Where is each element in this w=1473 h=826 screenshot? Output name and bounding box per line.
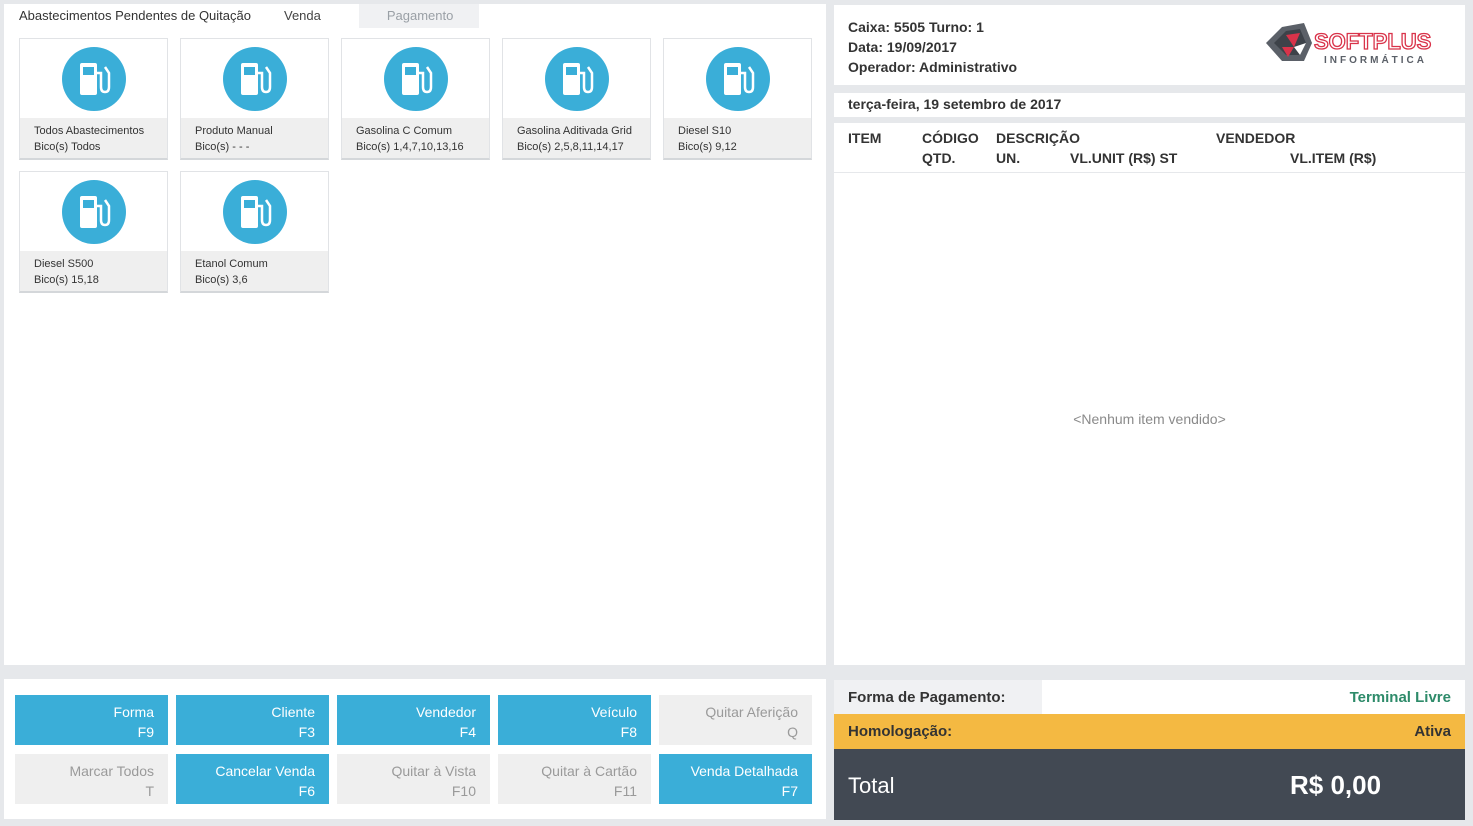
tile-produto-manual[interactable]: Produto Manual Bico(s) - - - bbox=[180, 38, 329, 160]
date-bar: terça-feira, 19 setembro de 2017 bbox=[834, 93, 1465, 117]
tile-name: Todos Abastecimentos bbox=[34, 125, 145, 137]
col-descricao: DESCRIÇÃO bbox=[996, 130, 1081, 146]
fuel-pump-icon bbox=[223, 180, 287, 244]
button-shortcut: F9 bbox=[137, 724, 154, 740]
tile-etanol-comum[interactable]: Etanol Comum Bico(s) 3,6 bbox=[180, 171, 329, 293]
button-shortcut: T bbox=[145, 783, 154, 799]
col-vendedor: VENDEDOR bbox=[1216, 130, 1296, 146]
button-shortcut: F4 bbox=[459, 724, 476, 740]
pending-fuelings-panel: Abastecimentos Pendentes de Quitação Ven… bbox=[4, 4, 826, 665]
tile-name: Diesel S10 bbox=[678, 125, 732, 137]
fuel-pump-icon bbox=[223, 47, 287, 111]
caixa-turno: Caixa: 5505 Turno: 1 bbox=[848, 19, 984, 35]
col-vl-unit: VL.UNIT (R$) ST bbox=[1070, 150, 1178, 166]
button-shortcut: F10 bbox=[451, 783, 476, 799]
payment-method-value: Terminal Livre bbox=[1042, 680, 1465, 714]
tile-nozzles: Bico(s) 2,5,8,11,14,17 bbox=[517, 141, 624, 153]
tile-name: Produto Manual bbox=[195, 125, 273, 137]
button-label: Quitar à Vista bbox=[391, 763, 476, 779]
fuel-pump-icon bbox=[384, 47, 448, 111]
button-label: Cancelar Venda bbox=[215, 763, 315, 779]
softplus-logo: SOFTPLUS INFORMÁTICA bbox=[1264, 21, 1436, 67]
button-label: Quitar à Cartão bbox=[541, 763, 637, 779]
button-label: Cliente bbox=[271, 704, 315, 720]
payment-method-row: Forma de Pagamento: Terminal Livre bbox=[834, 680, 1465, 714]
fuel-pump-icon bbox=[706, 47, 770, 111]
tile-nozzles: Bico(s) 15,18 bbox=[34, 274, 99, 286]
tile-nozzles: Bico(s) 3,6 bbox=[195, 274, 248, 286]
col-item: ITEM bbox=[848, 130, 882, 146]
tile-name: Gasolina C Comum bbox=[356, 125, 452, 137]
session-info: Caixa: 5505 Turno: 1 Data: 19/09/2017 Op… bbox=[848, 17, 1017, 77]
homologation-label: Homologação: bbox=[848, 723, 953, 740]
tile-nozzles: Bico(s) 1,4,7,10,13,16 bbox=[356, 141, 464, 153]
logo-tagline: INFORMÁTICA bbox=[1324, 53, 1427, 66]
col-vl-item: VL.ITEM (R$) bbox=[1290, 150, 1377, 166]
tile-name: Gasolina Aditivada Grid bbox=[517, 125, 632, 137]
tab-bar: Abastecimentos Pendentes de Quitação Ven… bbox=[4, 4, 479, 28]
homologation-status: Ativa bbox=[1414, 723, 1451, 740]
tab-pending-fuelings[interactable]: Abastecimentos Pendentes de Quitação bbox=[4, 4, 269, 28]
tile-todos-abastecimentos[interactable]: Todos Abastecimentos Bico(s) Todos bbox=[19, 38, 168, 160]
fuel-pump-icon bbox=[545, 47, 609, 111]
tile-gasolina-aditivada-grid[interactable]: Gasolina Aditivada Grid Bico(s) 2,5,8,11,… bbox=[502, 38, 651, 160]
tile-diesel-s10[interactable]: Diesel S10 Bico(s) 9,12 bbox=[663, 38, 812, 160]
homologation-bar: Homologação: Ativa bbox=[834, 714, 1465, 749]
tile-name: Etanol Comum bbox=[195, 258, 268, 270]
col-un: UN. bbox=[996, 150, 1021, 166]
forma-button[interactable]: Forma F9 bbox=[15, 695, 168, 745]
quitar-a-cartao-button[interactable]: Quitar à Cartão F11 bbox=[498, 754, 651, 804]
action-buttons-panel: Forma F9 Cliente F3 Vendedor F4 Veículo F8 Q… bbox=[4, 679, 826, 819]
tab-payment[interactable]: Pagamento bbox=[358, 4, 479, 28]
session-header: Caixa: 5505 Turno: 1 Data: 19/09/2017 Op… bbox=[834, 5, 1465, 85]
button-label: Forma bbox=[113, 704, 154, 720]
empty-state-message: <Nenhum item vendido> bbox=[1073, 411, 1226, 427]
fuel-pump-icon bbox=[62, 180, 126, 244]
button-shortcut: F11 bbox=[613, 783, 637, 799]
button-label: Vendedor bbox=[416, 704, 476, 720]
quitar-a-vista-button[interactable]: Quitar à Vista F10 bbox=[337, 754, 490, 804]
tile-name: Diesel S500 bbox=[34, 258, 94, 270]
button-shortcut: F3 bbox=[298, 724, 315, 740]
button-shortcut: F6 bbox=[298, 783, 315, 799]
button-shortcut: F7 bbox=[781, 783, 798, 799]
col-codigo: CÓDIGO bbox=[922, 130, 979, 146]
session-date: Data: 19/09/2017 bbox=[848, 39, 957, 55]
total-bar: Total R$ 0,00 bbox=[834, 749, 1465, 820]
tile-diesel-s500[interactable]: Diesel S500 Bico(s) 15,18 bbox=[19, 171, 168, 293]
header-divider bbox=[834, 172, 1465, 173]
payment-method-label: Forma de Pagamento: bbox=[834, 680, 1042, 714]
veiculo-button[interactable]: Veículo F8 bbox=[498, 695, 651, 745]
venda-detalhada-button[interactable]: Venda Detalhada F7 bbox=[659, 754, 812, 804]
tile-nozzles: Bico(s) - - - bbox=[195, 141, 250, 153]
operator: Operador: Administrativo bbox=[848, 59, 1018, 75]
marcar-todos-button[interactable]: Marcar Todos T bbox=[15, 754, 168, 804]
tab-sale[interactable]: Venda bbox=[268, 4, 359, 28]
button-label: Quitar Aferição bbox=[705, 704, 798, 720]
button-label: Marcar Todos bbox=[69, 763, 154, 779]
sale-items-table: ITEM CÓDIGO DESCRIÇÃO VENDEDOR QTD. UN. … bbox=[834, 123, 1465, 665]
button-shortcut: Q bbox=[787, 724, 798, 740]
current-date: terça-feira, 19 setembro de 2017 bbox=[848, 96, 1062, 112]
tile-nozzles: Bico(s) 9,12 bbox=[678, 141, 737, 153]
button-label: Venda Detalhada bbox=[690, 763, 798, 779]
vendedor-button[interactable]: Vendedor F4 bbox=[337, 695, 490, 745]
total-value: R$ 0,00 bbox=[1290, 770, 1382, 800]
cancelar-venda-button[interactable]: Cancelar Venda F6 bbox=[176, 754, 329, 804]
button-label: Veículo bbox=[591, 704, 637, 720]
tile-gasolina-c-comum[interactable]: Gasolina C Comum Bico(s) 1,4,7,10,13,16 bbox=[341, 38, 490, 160]
cliente-button[interactable]: Cliente F3 bbox=[176, 695, 329, 745]
quitar-afericao-button[interactable]: Quitar Aferição Q bbox=[659, 695, 812, 745]
logo-wordmark: SOFTPLUS bbox=[1314, 29, 1431, 54]
total-label: Total bbox=[848, 773, 895, 798]
button-shortcut: F8 bbox=[620, 724, 637, 740]
col-qtd: QTD. bbox=[922, 150, 956, 166]
tile-nozzles: Bico(s) Todos bbox=[34, 141, 101, 153]
fuel-pump-icon bbox=[62, 47, 126, 111]
